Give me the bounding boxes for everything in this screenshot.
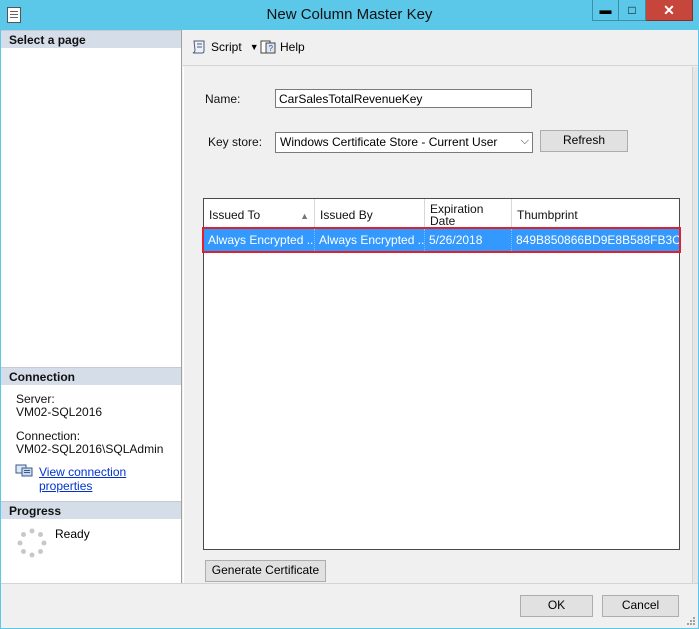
toolbar: Script ▼ ? Help [183, 30, 698, 66]
connection-value: VM02-SQL2016\SQLAdmin [16, 442, 164, 456]
script-label: Script [211, 40, 242, 54]
name-input[interactable] [275, 89, 532, 108]
help-label: Help [280, 40, 305, 54]
progress-spinner-icon [17, 528, 47, 558]
panel-edge [692, 67, 698, 583]
keystore-label: Key store: [208, 135, 263, 149]
server-value: VM02-SQL2016 [16, 405, 103, 419]
resize-grip-icon[interactable] [685, 615, 695, 625]
left-panel: Select a page Connection Server: VM02-SQ… [1, 30, 182, 583]
main-panel: Name: Key store: Windows Certificate Sto… [183, 67, 698, 583]
selected-row-highlight [202, 227, 681, 253]
script-button[interactable]: Script ▼ [191, 40, 259, 54]
connection-heading: Connection [1, 367, 181, 385]
keystore-value: Windows Certificate Store - Current User [280, 135, 498, 149]
script-dropdown-icon[interactable]: ▼ [250, 42, 259, 52]
caption-buttons: ▬ □ ✕ [592, 0, 693, 21]
name-label: Name: [205, 92, 241, 106]
cancel-button[interactable]: Cancel [602, 595, 679, 617]
grid-header: Issued To ▲ Issued By Expiration Date Th… [204, 199, 679, 229]
button-bar: OK Cancel [1, 583, 698, 628]
progress-heading: Progress [1, 501, 181, 519]
column-header-issued-to[interactable]: Issued To ▲ [204, 199, 315, 228]
maximize-button[interactable]: □ [619, 0, 646, 21]
close-button[interactable]: ✕ [646, 0, 693, 21]
help-button[interactable]: ? Help [260, 40, 305, 54]
refresh-button[interactable]: Refresh [540, 130, 628, 152]
column-header-expiration-date[interactable]: Expiration Date [425, 199, 512, 228]
certificate-grid: Issued To ▲ Issued By Expiration Date Th… [202, 198, 681, 550]
generate-certificate-button[interactable]: Generate Certificate [205, 560, 326, 582]
column-header-issued-by[interactable]: Issued By [315, 199, 425, 228]
title-bar[interactable]: New Column Master Key ▬ □ ✕ [0, 0, 699, 30]
svg-text:?: ? [269, 44, 274, 53]
view-connection-properties-link[interactable]: View connection properties [39, 465, 181, 493]
sort-ascending-icon: ▲ [300, 211, 309, 221]
dialog-window: New Column Master Key ▬ □ ✕ Select a pag… [0, 0, 699, 629]
select-page-heading: Select a page [1, 30, 181, 48]
help-icon: ? [260, 40, 276, 54]
progress-status: Ready [55, 527, 90, 541]
keystore-select[interactable]: Windows Certificate Store - Current User… [275, 132, 533, 153]
chevron-down-icon: ⌵ [520, 135, 529, 147]
connection-properties-icon[interactable] [15, 464, 33, 478]
ok-button[interactable]: OK [520, 595, 593, 617]
dialog-client: Select a page Connection Server: VM02-SQ… [1, 30, 698, 628]
script-icon [192, 40, 205, 54]
minimize-button[interactable]: ▬ [592, 0, 619, 21]
column-header-thumbprint[interactable]: Thumbprint [512, 199, 679, 228]
